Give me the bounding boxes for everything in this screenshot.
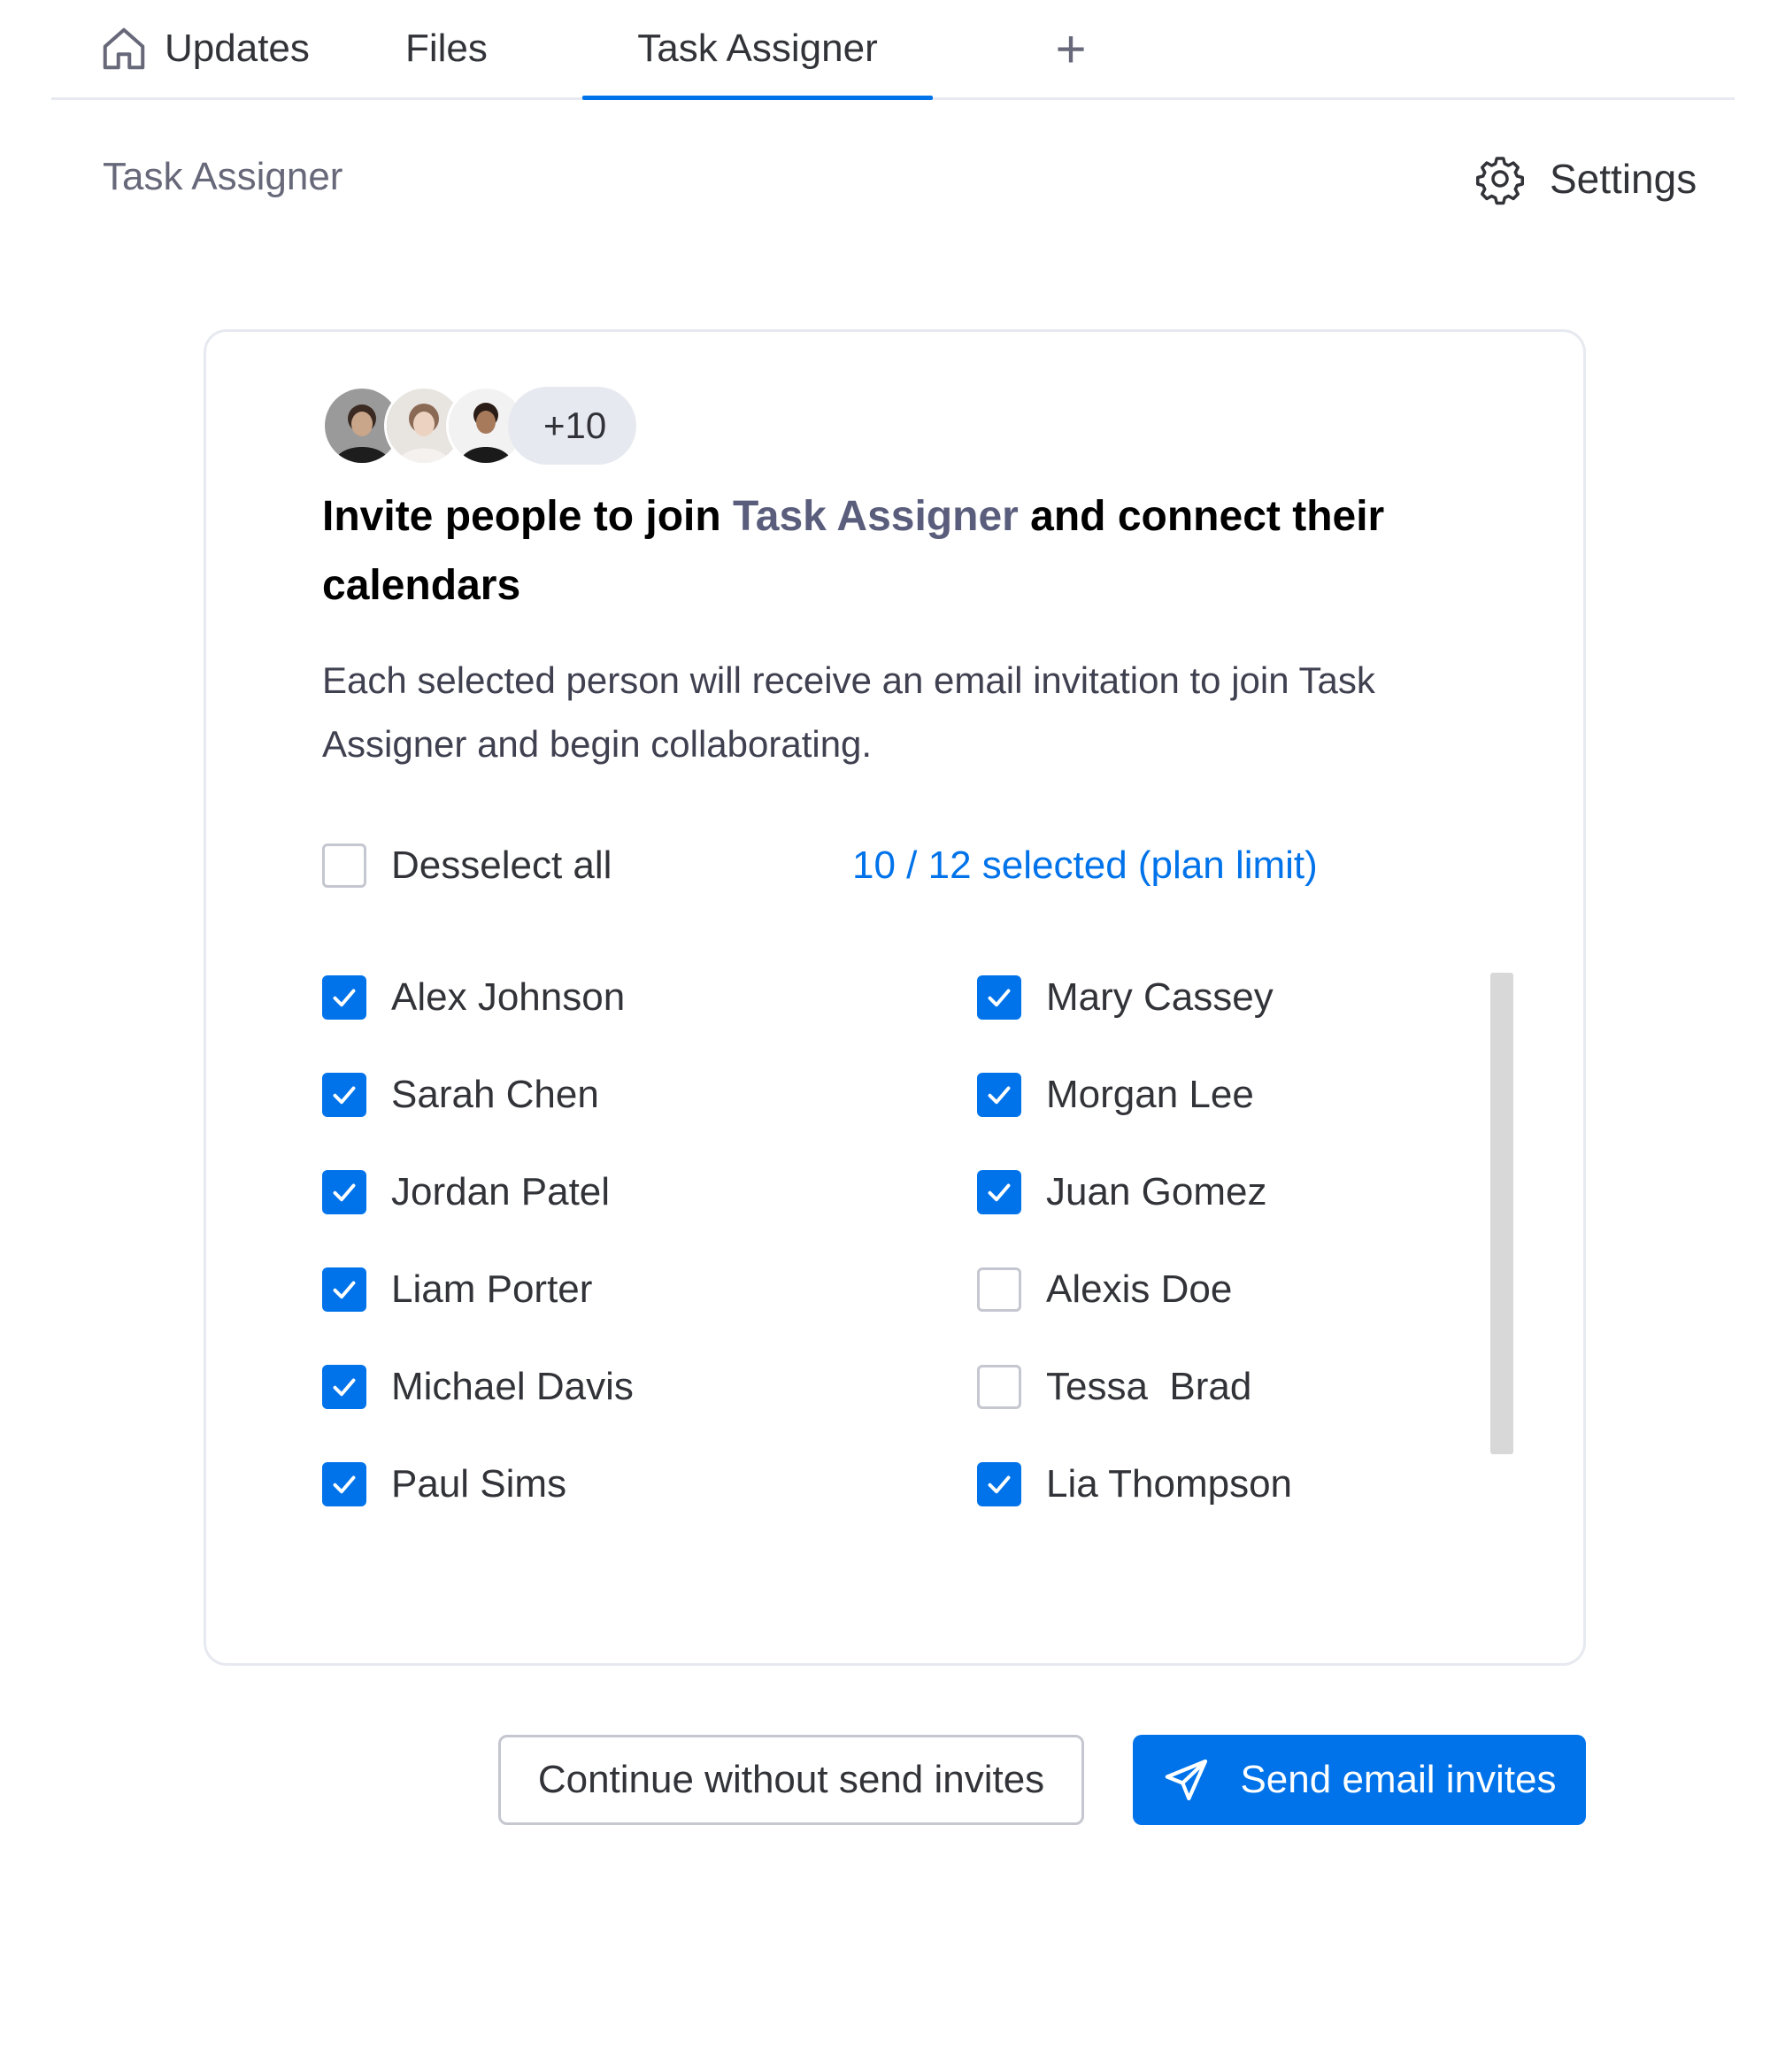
tab-label: Updates <box>165 27 310 70</box>
person-name: Alexis Doe <box>1046 1267 1233 1311</box>
tab-task-assigner[interactable]: Task Assigner <box>582 0 933 100</box>
person-checkbox-item[interactable]: Morgan Lee <box>977 1068 1254 1121</box>
invite-description: Each selected person will receive an ema… <box>322 659 1375 765</box>
tab-label: Files <box>405 27 488 70</box>
checkbox-checked[interactable] <box>977 1170 1021 1214</box>
checkbox[interactable] <box>322 843 366 888</box>
tab-updates[interactable]: Updates <box>97 0 310 97</box>
person-name: Tessa Brad <box>1046 1365 1252 1408</box>
person-checkbox-item[interactable]: Liam Porter <box>322 1263 592 1316</box>
plus-icon: + <box>1055 19 1087 79</box>
person-checkbox-item[interactable]: Mary Cassey <box>977 971 1274 1024</box>
person-checkbox-item[interactable]: Tessa Brad <box>977 1360 1251 1413</box>
scrollbar[interactable] <box>1490 973 1513 1454</box>
checkbox-checked[interactable] <box>977 1073 1021 1117</box>
person-name: Mary Cassey <box>1046 975 1274 1019</box>
checkbox[interactable] <box>977 1267 1021 1312</box>
person-checkbox-item[interactable]: Alexis Doe <box>977 1263 1232 1316</box>
person-checkbox-item[interactable]: Sarah Chen <box>322 1068 599 1121</box>
checkbox-checked[interactable] <box>977 1462 1021 1506</box>
tab-label: Task Assigner <box>637 27 878 70</box>
person-checkbox-item[interactable]: Michael Davis <box>322 1360 634 1413</box>
send-icon <box>1162 1755 1212 1805</box>
invite-card: +10 Invite people to join Task Assigner … <box>204 329 1586 1666</box>
checkbox-checked[interactable] <box>977 975 1021 1020</box>
deselect-all-checkbox[interactable]: Desselect all <box>322 843 612 888</box>
avatar-group: +10 <box>322 386 637 466</box>
send-email-invites-button[interactable]: Send email invites <box>1133 1735 1586 1825</box>
heading-app-name: Task Assigner <box>733 493 1019 540</box>
page-title: Task Assigner <box>103 155 343 198</box>
checkbox-checked[interactable] <box>322 975 366 1020</box>
settings-label: Settings <box>1550 156 1697 202</box>
tab-bar: Updates Files Task Assigner + <box>51 0 1735 100</box>
person-name: Liam Porter <box>391 1267 593 1311</box>
person-checkbox-item[interactable]: Juan Gomez <box>977 1166 1266 1219</box>
checkbox-checked[interactable] <box>322 1073 366 1117</box>
person-name: Morgan Lee <box>1046 1073 1254 1116</box>
continue-without-invites-button[interactable]: Continue without send invites <box>498 1735 1084 1825</box>
person-checkbox-item[interactable]: Lia Thompson <box>977 1458 1292 1511</box>
button-label: Continue without send invites <box>537 1758 1045 1801</box>
button-label: Send email invites <box>1240 1758 1557 1801</box>
deselect-all-label: Desselect all <box>391 843 612 887</box>
add-tab-button[interactable]: + <box>1047 0 1095 97</box>
checkbox-checked[interactable] <box>322 1462 366 1506</box>
more-avatars-badge[interactable]: +10 <box>508 387 637 465</box>
person-name: Paul Sims <box>391 1462 567 1506</box>
person-name: Juan Gomez <box>1046 1170 1267 1213</box>
person-name: Lia Thompson <box>1046 1462 1293 1506</box>
person-checkbox-item[interactable]: Jordan Patel <box>322 1166 610 1219</box>
tab-files[interactable]: Files <box>405 0 488 97</box>
settings-button[interactable]: Settings <box>1474 152 1697 205</box>
person-checkbox-item[interactable]: Paul Sims <box>322 1458 566 1511</box>
checkbox-checked[interactable] <box>322 1365 366 1409</box>
heading-text: Invite people to join <box>322 493 734 540</box>
selected-count: 10 / 12 selected (plan limit) <box>852 843 1318 887</box>
checkbox-checked[interactable] <box>322 1267 366 1312</box>
person-name: Alex Johnson <box>391 975 626 1019</box>
person-name: Michael Davis <box>391 1365 634 1408</box>
home-icon <box>97 22 150 75</box>
invite-heading: Invite people to join Task Assigner and … <box>322 482 1473 620</box>
person-name: Sarah Chen <box>391 1073 599 1116</box>
person-name: Jordan Patel <box>391 1170 611 1213</box>
checkbox-checked[interactable] <box>322 1170 366 1214</box>
gear-icon <box>1474 152 1527 205</box>
checkbox[interactable] <box>977 1365 1021 1409</box>
person-checkbox-item[interactable]: Alex Johnson <box>322 971 625 1024</box>
